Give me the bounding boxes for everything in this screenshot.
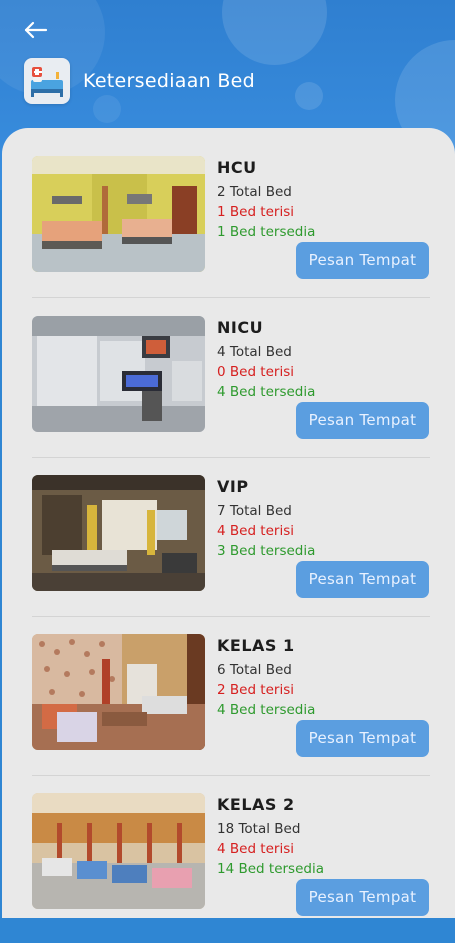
total-bed-count: 18 Total Bed	[217, 821, 301, 837]
divider	[32, 297, 430, 298]
divider	[32, 616, 430, 617]
book-button[interactable]: Pesan Tempat	[296, 242, 429, 279]
decor-bubble	[93, 95, 121, 123]
room-photo	[32, 634, 205, 750]
available-bed-count: 4 Bed tersedia	[217, 702, 316, 718]
room-card-vip: VIP 7 Total Bed 4 Bed terisi 3 Bed terse…	[32, 475, 430, 625]
room-card-kelas-1: KELAS 1 6 Total Bed 2 Bed terisi 4 Bed t…	[32, 634, 430, 784]
decor-bubble	[295, 82, 323, 110]
total-bed-count: 4 Total Bed	[217, 344, 292, 360]
room-photo	[32, 793, 205, 909]
book-button[interactable]: Pesan Tempat	[296, 402, 429, 439]
hospital-bed-icon	[24, 58, 70, 104]
room-card-kelas-2: KELAS 2 18 Total Bed 4 Bed terisi 14 Bed…	[32, 793, 430, 943]
page-title: Ketersediaan Bed	[83, 70, 256, 92]
total-bed-count: 2 Total Bed	[217, 184, 292, 200]
available-bed-count: 3 Bed tersedia	[217, 543, 316, 559]
decor-bubble	[222, 0, 327, 65]
divider	[32, 457, 430, 458]
occupied-bed-count: 2 Bed terisi	[217, 682, 294, 698]
book-button[interactable]: Pesan Tempat	[296, 720, 429, 757]
room-name: KELAS 1	[217, 636, 295, 655]
back-button[interactable]	[20, 14, 52, 46]
occupied-bed-count: 1 Bed terisi	[217, 204, 294, 220]
available-bed-count: 14 Bed tersedia	[217, 861, 324, 877]
available-bed-count: 1 Bed tersedia	[217, 224, 316, 240]
divider	[32, 775, 430, 776]
book-button[interactable]: Pesan Tempat	[296, 879, 429, 916]
total-bed-count: 7 Total Bed	[217, 503, 292, 519]
room-name: NICU	[217, 318, 264, 337]
available-bed-count: 4 Bed tersedia	[217, 384, 316, 400]
occupied-bed-count: 0 Bed terisi	[217, 364, 294, 380]
total-bed-count: 6 Total Bed	[217, 662, 292, 678]
room-name: KELAS 2	[217, 795, 295, 814]
room-photo	[32, 475, 205, 591]
room-name: HCU	[217, 158, 257, 177]
occupied-bed-count: 4 Bed terisi	[217, 523, 294, 539]
room-card-nicu: NICU 4 Total Bed 0 Bed terisi 4 Bed ters…	[32, 316, 430, 466]
occupied-bed-count: 4 Bed terisi	[217, 841, 294, 857]
content-sheet: HCU 2 Total Bed 1 Bed terisi 1 Bed terse…	[2, 128, 455, 918]
room-name: VIP	[217, 477, 249, 496]
room-card-hcu: HCU 2 Total Bed 1 Bed terisi 1 Bed terse…	[32, 156, 430, 306]
arrow-left-icon	[24, 21, 48, 39]
book-button[interactable]: Pesan Tempat	[296, 561, 429, 598]
room-photo	[32, 156, 205, 272]
room-photo	[32, 316, 205, 432]
